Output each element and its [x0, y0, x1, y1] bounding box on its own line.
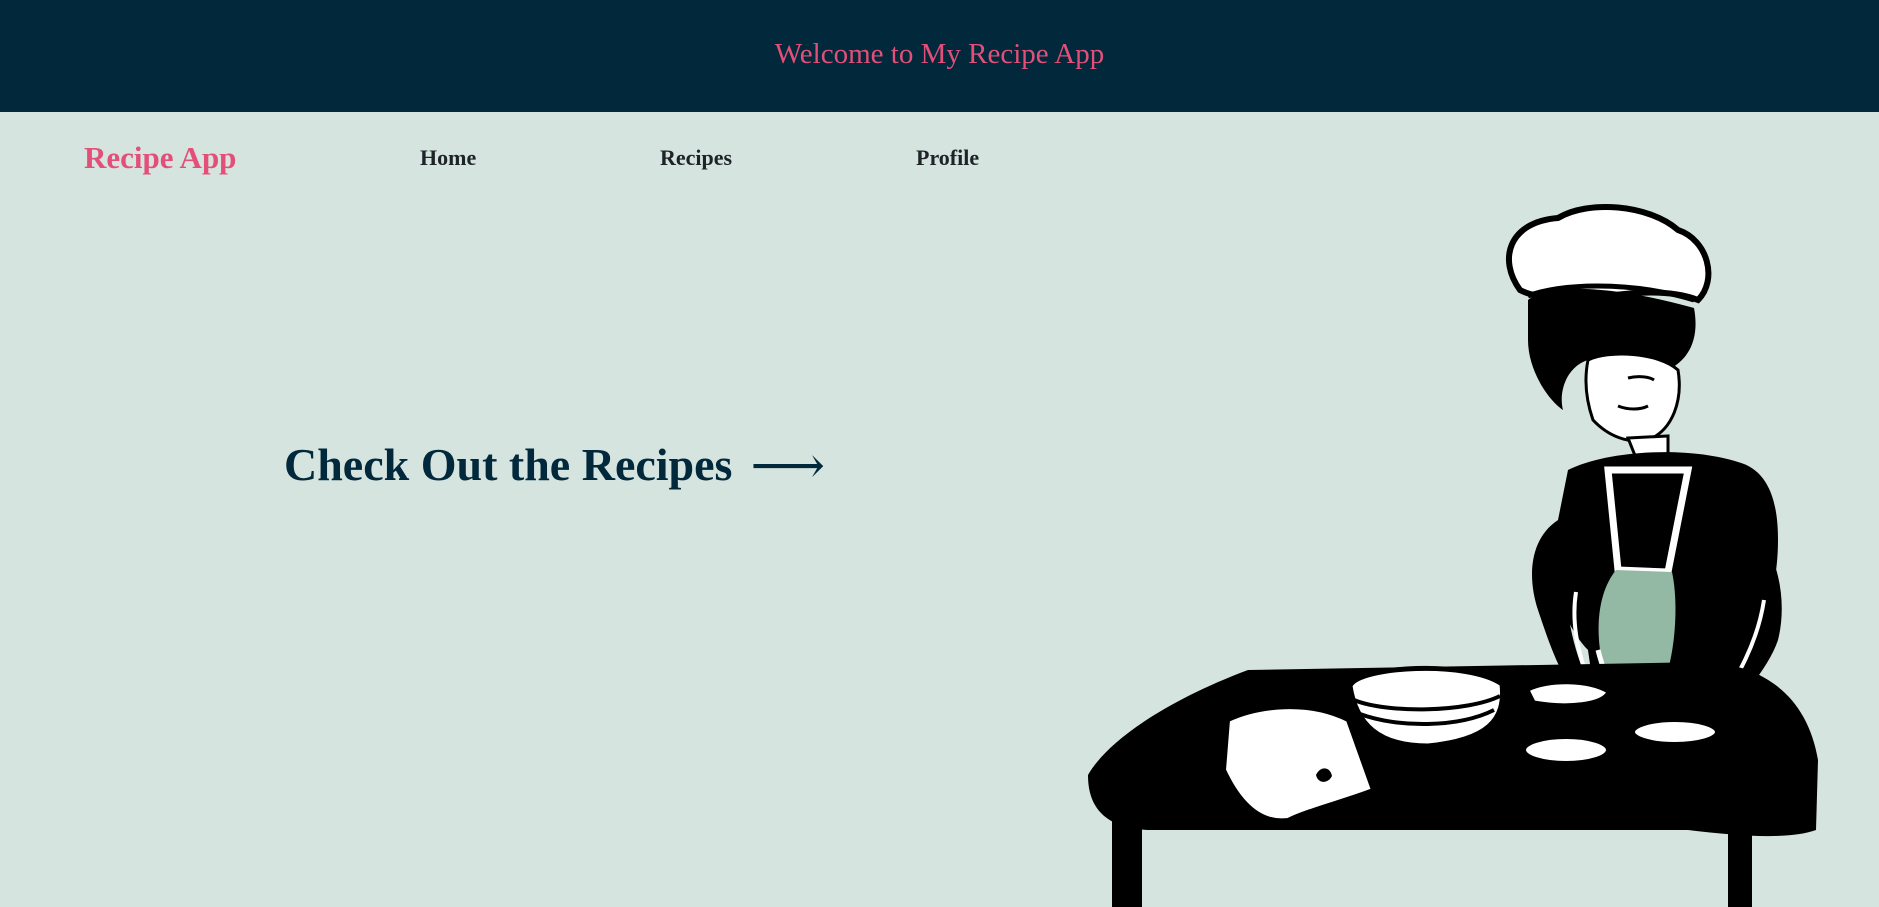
nav-profile-link[interactable]: Profile: [916, 145, 979, 171]
check-recipes-cta[interactable]: Check Out the Recipes ⟶: [284, 434, 826, 495]
arrow-right-icon: ⟶: [750, 438, 826, 495]
brand-logo[interactable]: Recipe App: [84, 140, 236, 176]
cta-label: Check Out the Recipes: [284, 438, 733, 490]
chef-illustration: [1088, 203, 1818, 907]
main-stage: Recipe App Home Recipes Profile Check Ou…: [0, 112, 1879, 907]
welcome-header: Welcome to My Recipe App: [0, 0, 1879, 112]
welcome-title: Welcome to My Recipe App: [774, 37, 1105, 70]
nav-home-link[interactable]: Home: [420, 145, 476, 171]
nav-recipes-link[interactable]: Recipes: [660, 145, 732, 171]
